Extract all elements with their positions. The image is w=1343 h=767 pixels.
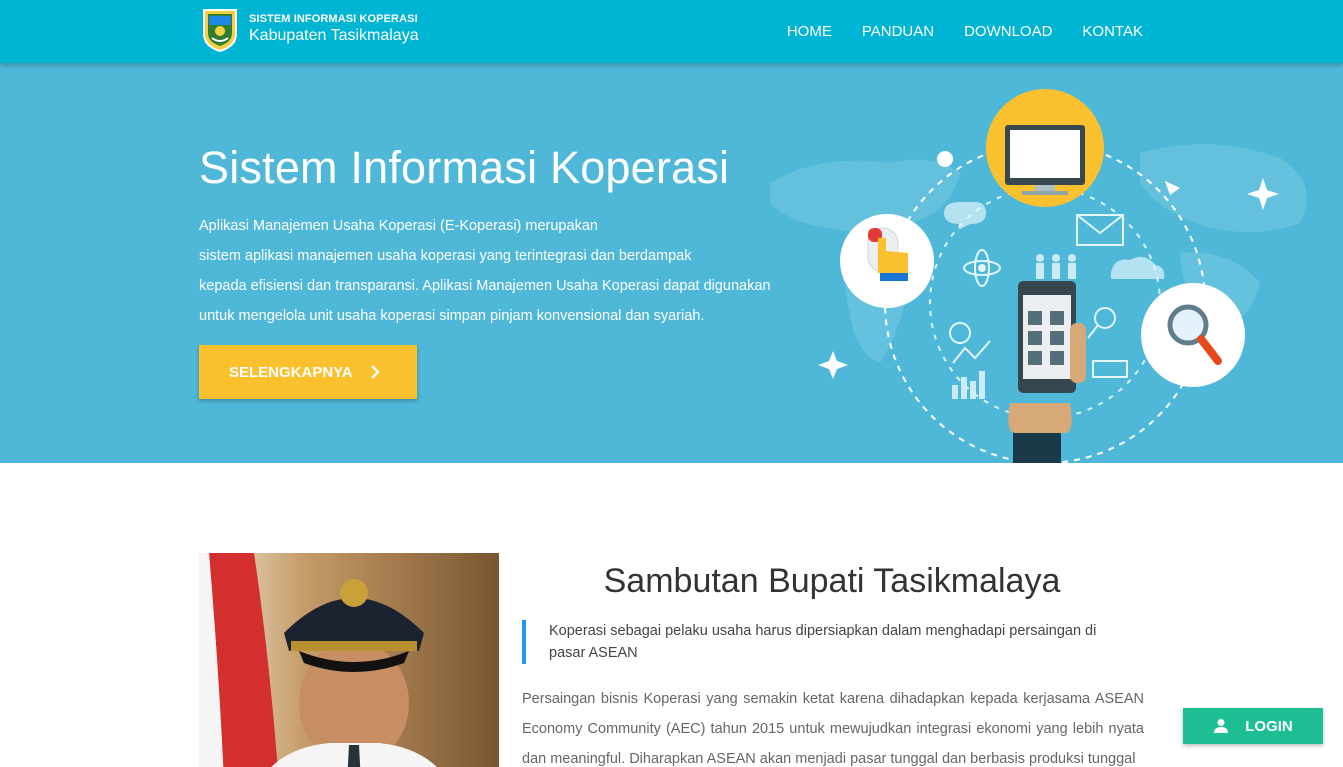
hero-description-line: sistem aplikasi manajemen usaha koperasi…	[199, 248, 692, 264]
chevron-right-icon	[370, 365, 380, 379]
brand[interactable]: SISTEM INFORMASI KOPERASI Kabupaten Tasi…	[200, 4, 419, 52]
brand-title: SISTEM INFORMASI KOPERASI	[249, 13, 418, 25]
quote-block: Koperasi sebagai pelaku usaha harus dipe…	[522, 620, 1122, 664]
hero-banner: Sistem Informasi Koperasi Aplikasi Manaj…	[0, 63, 1343, 463]
phone-hand-icon	[1008, 281, 1086, 463]
nav-download[interactable]: DOWNLOAD	[964, 23, 1052, 40]
selengkapnya-button[interactable]: SELENGKAPNYA	[199, 345, 417, 399]
monitor-icon	[1005, 125, 1085, 195]
nav-home[interactable]: HOME	[787, 23, 832, 40]
section-title: Sambutan Bupati Tasikmalaya	[603, 562, 1061, 600]
hero-description-line: Aplikasi Manajemen Usaha Koperasi (E-Kop…	[199, 218, 598, 234]
nav-kontak[interactable]: KONTAK	[1082, 23, 1143, 40]
bupati-photo	[199, 553, 499, 767]
people-icon	[1036, 254, 1076, 279]
technology-illustration	[770, 89, 1307, 463]
hero-description-line: kepada efisiensi dan transparansi. Aplik…	[199, 278, 771, 294]
navbar: SISTEM INFORMASI KOPERASI Kabupaten Tasi…	[0, 0, 1343, 63]
tasikmalaya-crest-logo	[203, 9, 237, 52]
hero-description-line: untuk mengelola unit usaha koperasi simp…	[199, 308, 705, 324]
person-icon	[1214, 719, 1229, 733]
bar-chart-icon	[952, 371, 985, 399]
hero-title: Sistem Informasi Koperasi	[199, 142, 730, 193]
section-body-text: Persaingan bisnis Koperasi yang semakin …	[522, 691, 1144, 767]
selengkapnya-label: SELENGKAPNYA	[229, 363, 353, 381]
hero-description: Aplikasi Manajemen Usaha Koperasi (E-Kop…	[199, 211, 799, 331]
bupati-portrait	[199, 553, 499, 767]
main-nav: HOME PANDUAN DOWNLOAD KONTAK	[757, 0, 1143, 63]
nav-panduan[interactable]: PANDUAN	[862, 23, 934, 40]
login-button[interactable]: LOGIN	[1183, 708, 1323, 744]
brand-subtitle: Kabupaten Tasikmalaya	[249, 27, 419, 44]
login-label: LOGIN	[1245, 717, 1293, 735]
